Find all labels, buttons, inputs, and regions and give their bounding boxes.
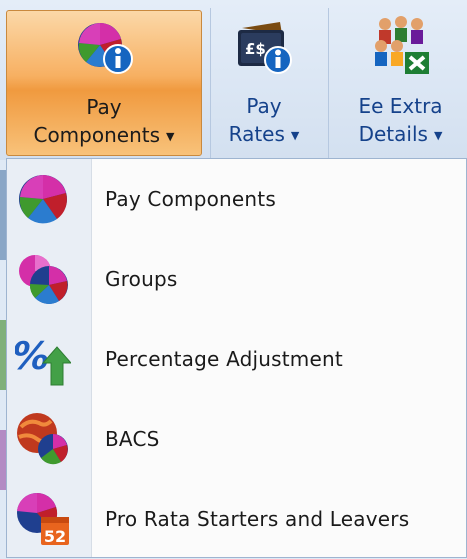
svg-text:£$: £$ <box>245 40 266 58</box>
chevron-down-icon: ▼ <box>290 129 300 142</box>
ribbon-label-line1: Pay <box>246 94 282 118</box>
menu-item-label: BACS <box>105 427 160 451</box>
ribbon-label-line1: Pay <box>86 95 122 119</box>
chevron-down-icon: ▼ <box>433 129 443 142</box>
ribbon-separator <box>328 8 329 158</box>
pay-components-dropdown-menu: Pay Components Groups % Percentage Adjus… <box>6 158 467 558</box>
percent-up-arrow-icon: % <box>15 334 71 386</box>
pay-components-pie-info-icon <box>78 23 133 74</box>
pie-calendar-52-icon: 52 <box>17 492 69 546</box>
pay-rates-wallet-info-icon: £$ <box>238 22 292 74</box>
pay-components-ribbon-button[interactable]: Pay Components ▼ <box>6 10 202 156</box>
ribbon-label-line2: Components ▼ <box>33 121 174 151</box>
ee-extra-details-ribbon-button[interactable]: Ee Extra Details ▼ <box>334 10 467 156</box>
bacs-globe-pie-icon <box>17 413 68 465</box>
pie-chart-icon <box>19 175 67 224</box>
grouped-pie-charts-icon <box>19 255 68 304</box>
menu-item-groups[interactable]: Groups <box>7 239 466 319</box>
chevron-down-icon: ▼ <box>166 130 175 143</box>
pay-rates-ribbon-button[interactable]: £$ Pay Rates ▼ <box>214 10 314 156</box>
calendar-badge-text: 52 <box>44 527 66 546</box>
menu-item-label: Pay Components <box>105 187 276 211</box>
ribbon-label-line1: Ee Extra <box>358 94 443 118</box>
ribbon-label-line2: Rates ▼ <box>229 120 300 150</box>
ribbon-label-text: Details <box>358 122 428 146</box>
ribbon-label-text: Rates <box>228 122 285 146</box>
ribbon-label-line2: Details ▼ <box>359 120 443 150</box>
menu-item-pro-rata-starters-and-leavers[interactable]: 52 Pro Rata Starters and Leavers <box>7 479 466 559</box>
menu-item-label: Percentage Adjustment <box>105 347 343 371</box>
menu-item-label: Pro Rata Starters and Leavers <box>105 507 410 531</box>
employee-extra-details-group-excel-icon <box>374 16 429 74</box>
menu-item-pay-components[interactable]: Pay Components <box>7 159 466 239</box>
menu-item-bacs[interactable]: BACS <box>7 399 466 479</box>
ribbon-label-text: Components <box>33 123 161 147</box>
menu-item-percentage-adjustment[interactable]: % Percentage Adjustment <box>7 319 466 399</box>
menu-item-label: Groups <box>105 267 178 291</box>
ribbon-separator <box>210 8 211 158</box>
